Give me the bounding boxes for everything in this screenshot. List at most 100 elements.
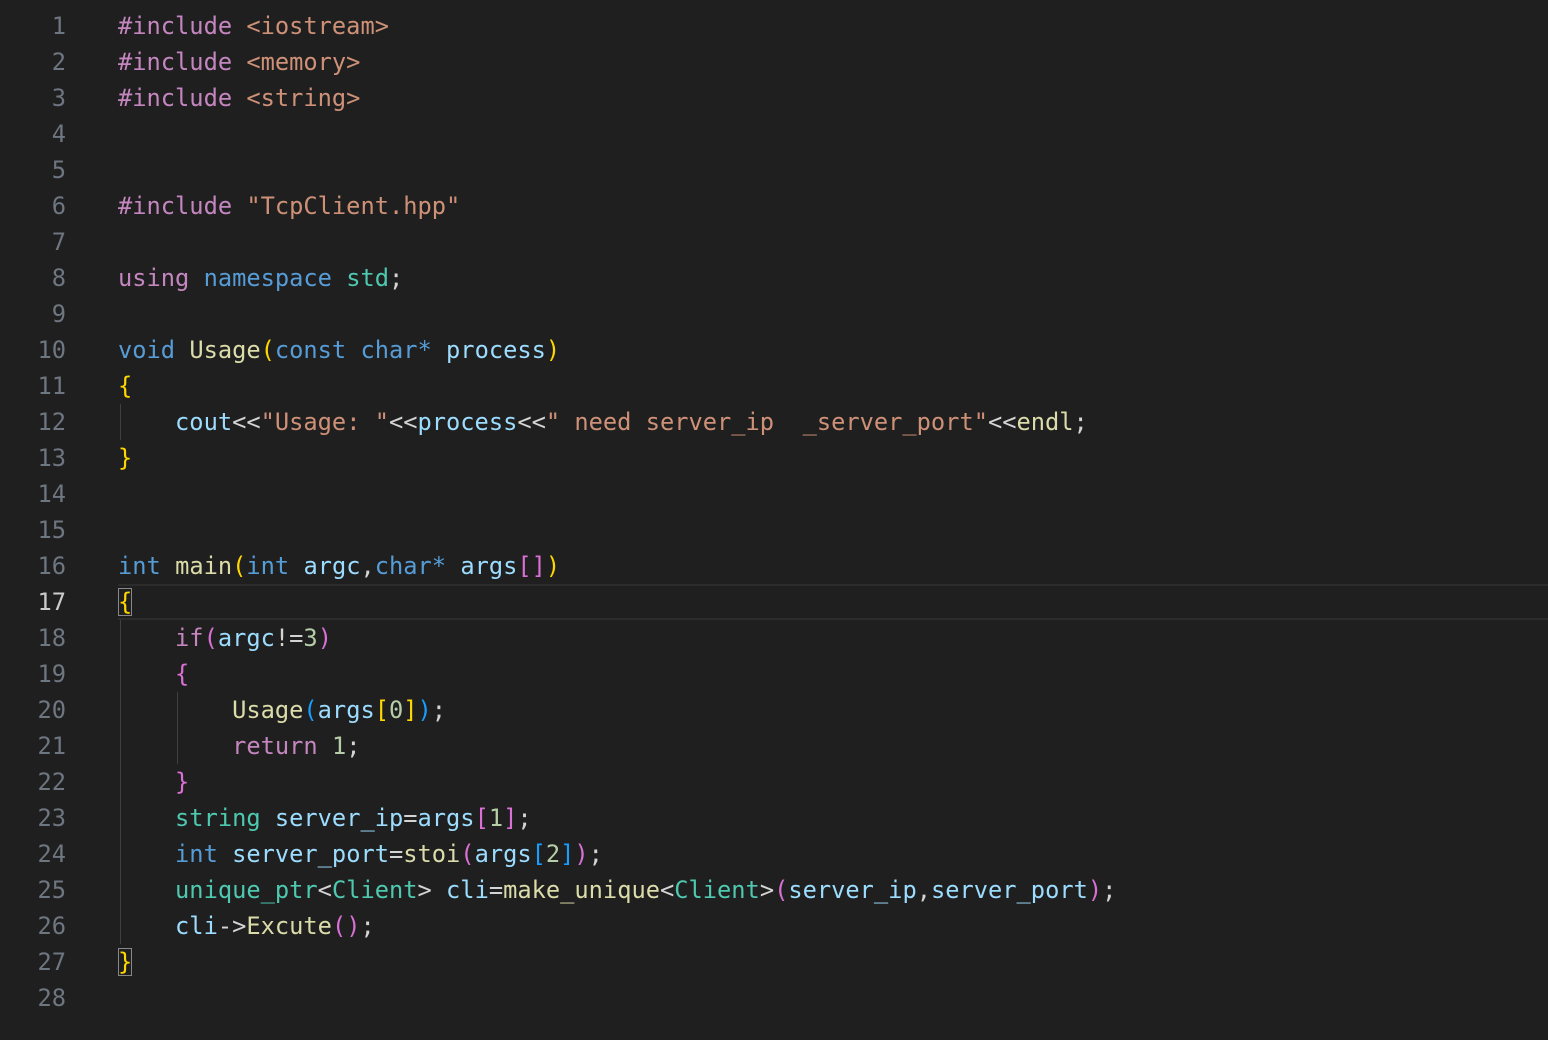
line-code[interactable]: #include <memory>	[118, 44, 360, 80]
line-code[interactable]: Usage(args[0]);	[118, 692, 446, 728]
code-line[interactable]: 7	[0, 224, 1548, 260]
line-code[interactable]: #include <iostream>	[118, 8, 389, 44]
code-token: 2	[545, 840, 561, 868]
code-token: make_unique	[503, 876, 660, 904]
line-number: 8	[51, 264, 66, 292]
line-code[interactable]: #include <string>	[118, 80, 360, 116]
code-line[interactable]: 20 Usage(args[0]);	[0, 692, 1548, 728]
code-line[interactable]: 4	[0, 116, 1548, 152]
line-code[interactable]: }	[118, 440, 132, 476]
code-token: (	[232, 552, 247, 580]
line-code[interactable]: if(argc!=3)	[118, 620, 332, 656]
line-number: 5	[51, 156, 66, 184]
line-number: 9	[51, 300, 66, 328]
code-line[interactable]: 8 using namespace std;	[0, 260, 1548, 296]
code-line[interactable]: 14	[0, 476, 1548, 512]
code-token: "Usage: "	[260, 408, 389, 436]
line-code[interactable]: cout<<"Usage: "<<process<<" need server_…	[118, 404, 1088, 440]
line-number: 14	[37, 480, 66, 508]
line-code[interactable]: int server_port=stoi(args[2]);	[118, 836, 603, 872]
code-line[interactable]: 27}	[0, 944, 1548, 980]
code-token: char	[360, 336, 418, 364]
code-line[interactable]: 17 {	[0, 584, 1548, 620]
code-line[interactable]: 21 return 1;	[0, 728, 1548, 764]
code-token: server_port	[232, 840, 389, 868]
code-line[interactable]: 24 int server_port=stoi(args[2]);	[0, 836, 1548, 872]
code-token: ;	[588, 840, 603, 868]
code-token: =	[388, 840, 404, 868]
code-token: if	[175, 624, 204, 652]
code-token: <<	[232, 408, 261, 436]
code-line[interactable]: 22 }	[0, 764, 1548, 800]
line-code[interactable]: cli->Excute();	[118, 908, 375, 944]
code-line[interactable]: 10 void Usage(const char* process)	[0, 332, 1548, 368]
line-code[interactable]: string server_ip=args[1];	[118, 800, 532, 836]
code-line[interactable]: 12 cout<<"Usage: "<<process<<" need serv…	[0, 404, 1548, 440]
code-line[interactable]: 11 {	[0, 368, 1548, 404]
code-line[interactable]: 6 #include "TcpClient.hpp"	[0, 188, 1548, 224]
line-number: 6	[51, 192, 66, 220]
code-line[interactable]: 18 if(argc!=3)	[0, 620, 1548, 656]
code-token: ->	[217, 912, 247, 940]
code-token: )	[545, 552, 561, 580]
code-line[interactable]: 28	[0, 980, 1548, 1016]
code-token: cout	[175, 408, 233, 436]
code-token: std	[346, 264, 389, 292]
line-code[interactable]: #include "TcpClient.hpp"	[118, 188, 460, 224]
line-code[interactable]: unique_ptr<Client> cli=make_unique<Clien…	[118, 872, 1116, 908]
code-token: (	[460, 840, 475, 868]
code-token: using	[118, 264, 190, 292]
code-token: ;	[389, 264, 404, 292]
code-line[interactable]: 19 {	[0, 656, 1548, 692]
code-token: ()	[331, 912, 361, 940]
code-token: ;	[431, 696, 447, 724]
line-code[interactable]: {	[118, 584, 133, 620]
line-number: 21	[37, 732, 66, 760]
code-line[interactable]: 23 string server_ip=args[1];	[0, 800, 1548, 836]
code-line[interactable]: 9	[0, 296, 1548, 332]
code-token: ;	[1102, 876, 1117, 904]
code-line[interactable]: 5	[0, 152, 1548, 188]
code-token: unique_ptr	[175, 876, 318, 904]
line-code[interactable]: {	[118, 368, 132, 404]
line-code[interactable]: return 1;	[118, 728, 360, 764]
code-editor[interactable]: 1 #include <iostream> 2 #include <memory> 3 #…	[0, 0, 1548, 1040]
code-token: [	[374, 696, 389, 724]
code-line[interactable]: 3 #include <string>	[0, 80, 1548, 116]
code-token: )	[1087, 876, 1103, 904]
code-token: main	[175, 552, 233, 580]
line-code[interactable]: {	[118, 656, 189, 692]
code-line[interactable]: 15	[0, 512, 1548, 548]
code-token: args	[417, 804, 475, 832]
line-code[interactable]: }	[118, 944, 133, 980]
code-line[interactable]: 26 cli->Excute();	[0, 908, 1548, 944]
code-token: [	[531, 840, 546, 868]
line-code[interactable]: }	[118, 764, 189, 800]
code-token: ]	[403, 696, 418, 724]
code-token: cli	[175, 912, 218, 940]
line-number: 20	[37, 696, 66, 724]
line-code[interactable]: void Usage(const char* process)	[118, 332, 560, 368]
code-line[interactable]: 1 #include <iostream>	[0, 8, 1548, 44]
code-token: args	[474, 840, 532, 868]
code-token: int	[118, 552, 161, 580]
code-token: cli	[446, 876, 489, 904]
line-code[interactable]: int main(int argc,char* args[])	[118, 548, 560, 584]
code-line[interactable]: 13}	[0, 440, 1548, 476]
code-line[interactable]: 2 #include <memory>	[0, 44, 1548, 80]
code-token: Excute	[246, 912, 332, 940]
line-number: 28	[37, 984, 66, 1012]
code-token: namespace	[203, 264, 332, 292]
line-code[interactable]: using namespace std;	[118, 260, 403, 296]
code-line[interactable]: 25 unique_ptr<Client> cli=make_unique<Cl…	[0, 872, 1548, 908]
code-token: server_port	[930, 876, 1088, 904]
code-token: )	[417, 696, 432, 724]
code-line[interactable]: 16 int main(int argc,char* args[])	[0, 548, 1548, 584]
